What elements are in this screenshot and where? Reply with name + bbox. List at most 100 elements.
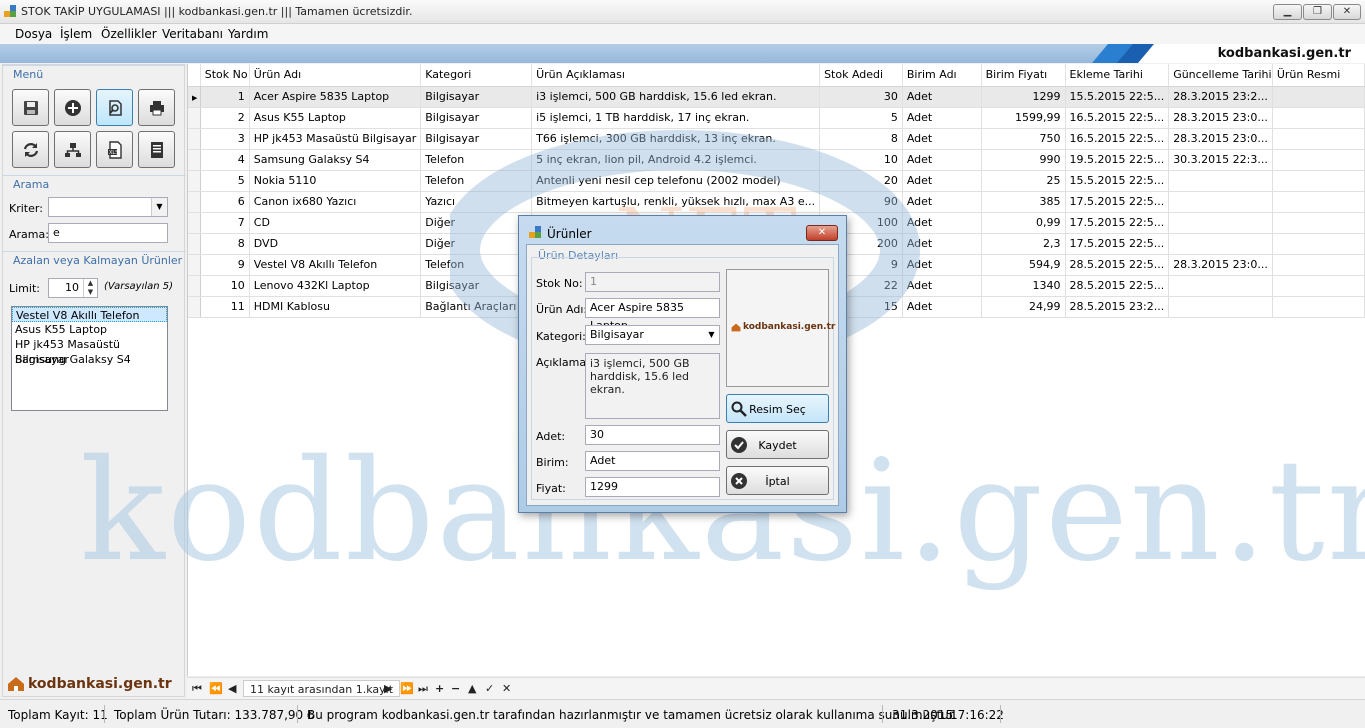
table-cell[interactable]: 5 bbox=[200, 170, 250, 192]
table-cell[interactable]: 15.5.2015 22:5... bbox=[1065, 86, 1170, 108]
table-cell[interactable]: i5 işlemci, 1 TB harddisk, 17 inç ekran. bbox=[531, 107, 821, 129]
search-button[interactable] bbox=[96, 89, 133, 126]
table-cell[interactable]: 1299 bbox=[981, 86, 1066, 108]
refresh-button[interactable] bbox=[12, 131, 49, 168]
save-button[interactable] bbox=[12, 89, 49, 126]
table-cell[interactable]: 594,9 bbox=[981, 254, 1066, 276]
table-cell[interactable]: 990 bbox=[981, 149, 1066, 171]
row-header[interactable] bbox=[188, 275, 201, 297]
table-cell[interactable] bbox=[1272, 128, 1365, 150]
table-cell[interactable] bbox=[1272, 233, 1365, 255]
table-cell[interactable]: 9 bbox=[200, 254, 250, 276]
table-cell[interactable]: Adet bbox=[902, 191, 982, 213]
search-input[interactable]: e bbox=[48, 223, 168, 243]
table-cell[interactable]: 10 bbox=[200, 275, 250, 297]
table-cell[interactable]: 10 bbox=[819, 149, 903, 171]
column-header[interactable]: Birim Fiyatı bbox=[981, 64, 1066, 87]
row-header[interactable] bbox=[188, 254, 201, 276]
table-cell[interactable]: 1340 bbox=[981, 275, 1066, 297]
table-cell[interactable]: 7 bbox=[200, 212, 250, 234]
table-cell[interactable]: Acer Aspire 5835 Laptop bbox=[249, 86, 422, 108]
table-cell[interactable]: 15.5.2015 22:5... bbox=[1065, 170, 1170, 192]
table-cell[interactable]: 28.3.2015 23:0... bbox=[1168, 107, 1273, 129]
table-cell[interactable]: Bilgisayar bbox=[420, 275, 533, 297]
table-cell[interactable]: HP jk453 Masaüstü Bilgisayar bbox=[249, 128, 422, 150]
table-cell[interactable]: 2,3 bbox=[981, 233, 1066, 255]
prev-page-icon[interactable]: ⏪ bbox=[209, 682, 223, 695]
list-item[interactable]: Samsung Galaksy S4 bbox=[12, 352, 167, 367]
table-cell[interactable]: Vestel V8 Akıllı Telefon bbox=[249, 254, 422, 276]
table-cell[interactable] bbox=[1168, 191, 1273, 213]
table-cell[interactable]: 8 bbox=[819, 128, 903, 150]
table-row[interactable]: 5 Nokia 5110 Telefon Antenli yeni nesil cep… bbox=[188, 170, 1365, 192]
table-row[interactable]: 4 Samsung Galaksy S4 Telefon 5 inç ekran, l… bbox=[188, 149, 1365, 171]
table-cell[interactable] bbox=[1272, 212, 1365, 234]
table-row[interactable]: ▶ 1 Acer Aspire 5835 Laptop Bilgisayar i3 iş… bbox=[188, 86, 1365, 108]
table-cell[interactable]: CD bbox=[249, 212, 422, 234]
category-select[interactable]: Bilgisayar ▼ bbox=[585, 325, 720, 345]
table-cell[interactable]: 11 bbox=[200, 296, 250, 318]
table-cell[interactable]: Yazıcı bbox=[420, 191, 533, 213]
table-cell[interactable]: HDMI Kablosu bbox=[249, 296, 422, 318]
minimize-button[interactable]: ▁ bbox=[1273, 4, 1302, 20]
stepper-arrows-icon[interactable]: ▲ ▼ bbox=[83, 279, 97, 297]
table-cell[interactable]: 16.5.2015 22:5... bbox=[1065, 128, 1170, 150]
table-cell[interactable]: Adet bbox=[902, 275, 982, 297]
table-cell[interactable]: 2 bbox=[200, 107, 250, 129]
table-cell[interactable]: Adet bbox=[902, 233, 982, 255]
menu-dosya[interactable]: Dosya bbox=[15, 27, 52, 41]
table-cell[interactable]: 28.5.2015 23:2... bbox=[1065, 296, 1170, 318]
table-cell[interactable] bbox=[1272, 296, 1365, 318]
table-cell[interactable]: Adet bbox=[902, 149, 982, 171]
table-cell[interactable]: 28.3.2015 23:0... bbox=[1168, 254, 1273, 276]
table-cell[interactable]: T66 işlemci, 300 GB harddisk, 13 inç ekr… bbox=[531, 128, 821, 150]
table-cell[interactable]: 750 bbox=[981, 128, 1066, 150]
table-cell[interactable]: 28.5.2015 22:5... bbox=[1065, 275, 1170, 297]
table-cell[interactable]: 16.5.2015 22:5... bbox=[1065, 107, 1170, 129]
next-record-icon[interactable]: ▶ bbox=[384, 682, 392, 695]
table-cell[interactable]: 5 bbox=[819, 107, 903, 129]
table-cell[interactable]: 17.5.2015 22:5... bbox=[1065, 233, 1170, 255]
table-cell[interactable]: Bilgisayar bbox=[420, 86, 533, 108]
delete-record-icon[interactable]: − bbox=[451, 682, 460, 695]
table-cell[interactable] bbox=[1272, 107, 1365, 129]
table-cell[interactable]: Nokia 5110 bbox=[249, 170, 422, 192]
table-cell[interactable]: 30 bbox=[819, 86, 903, 108]
description-field[interactable]: i3 işlemci, 500 GB harddisk, 15.6 led ek… bbox=[585, 353, 720, 419]
table-cell[interactable]: 1599,99 bbox=[981, 107, 1066, 129]
row-header[interactable] bbox=[188, 191, 201, 213]
table-cell[interactable] bbox=[1272, 275, 1365, 297]
table-cell[interactable] bbox=[1272, 254, 1365, 276]
table-cell[interactable] bbox=[1168, 170, 1273, 192]
table-cell[interactable]: Diğer bbox=[420, 212, 533, 234]
column-header[interactable]: Ürün Açıklaması bbox=[531, 64, 821, 87]
last-record-icon[interactable]: ⏭ bbox=[418, 682, 428, 696]
table-cell[interactable] bbox=[1272, 170, 1365, 192]
confirm-icon[interactable]: ✓ bbox=[485, 682, 494, 695]
move-up-icon[interactable]: ▲ bbox=[468, 682, 476, 695]
cancel-button[interactable]: İptal bbox=[726, 466, 829, 495]
column-header[interactable]: Stok No bbox=[200, 64, 250, 87]
menu-ozellikler[interactable]: Özellikler bbox=[101, 27, 157, 41]
table-cell[interactable] bbox=[1272, 149, 1365, 171]
add-button[interactable] bbox=[54, 89, 91, 126]
table-cell[interactable]: Adet bbox=[902, 107, 982, 129]
save-button[interactable]: Kaydet bbox=[726, 430, 829, 459]
add-record-icon[interactable]: + bbox=[435, 682, 444, 695]
print-button[interactable] bbox=[138, 89, 175, 126]
row-header[interactable] bbox=[188, 107, 201, 129]
dialog-close-button[interactable]: ✕ bbox=[806, 225, 838, 241]
table-cell[interactable]: Bilgisayar bbox=[420, 107, 533, 129]
report-button[interactable] bbox=[138, 131, 175, 168]
table-row[interactable]: 2 Asus K55 Laptop Bilgisayar i5 işlemci, 1 … bbox=[188, 107, 1365, 129]
export-button[interactable]: XLS bbox=[96, 131, 133, 168]
table-cell[interactable]: 20 bbox=[819, 170, 903, 192]
table-cell[interactable]: Adet bbox=[902, 86, 982, 108]
table-cell[interactable]: Samsung Galaksy S4 bbox=[249, 149, 422, 171]
column-header[interactable]: Ekleme Tarihi bbox=[1065, 64, 1170, 87]
table-cell[interactable]: i3 işlemci, 500 GB harddisk, 15.6 led ek… bbox=[531, 86, 821, 108]
column-header[interactable]: Stok Adedi bbox=[819, 64, 903, 87]
table-cell[interactable]: Asus K55 Laptop bbox=[249, 107, 422, 129]
unit-field[interactable]: Adet bbox=[585, 451, 720, 471]
table-cell[interactable]: Bitmeyen kartuşlu, renkli, yüksek hızlı,… bbox=[531, 191, 821, 213]
